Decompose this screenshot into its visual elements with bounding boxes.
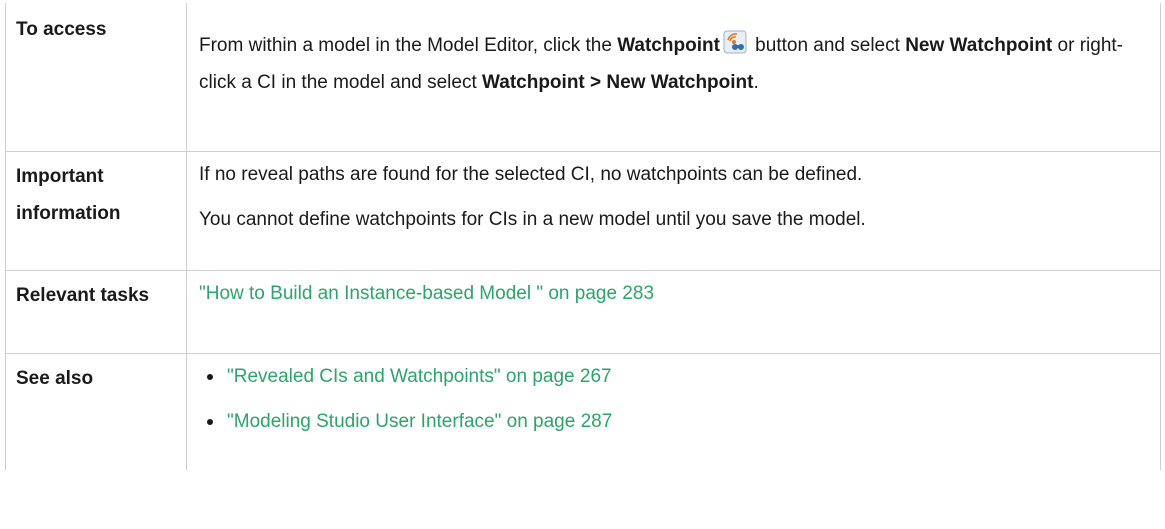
list-item: "Revealed CIs and Watchpoints" on page 2…	[207, 358, 1148, 395]
label-to-access: To access	[5, 3, 187, 152]
row-see-also: See also "Revealed CIs and Watchpoints" …	[5, 353, 1161, 470]
row-relevant-tasks: Relevant tasks "How to Build an Instance…	[5, 270, 1161, 354]
list-item: "Modeling Studio User Interface" on page…	[207, 403, 1148, 440]
see-also-list: "Revealed CIs and Watchpoints" on page 2…	[199, 358, 1148, 440]
info-table: To access From within a model in the Mod…	[5, 3, 1161, 470]
label-see-also: See also	[5, 353, 187, 470]
content-see-also: "Revealed CIs and Watchpoints" on page 2…	[186, 353, 1161, 470]
link-modeling-studio-ui[interactable]: "Modeling Studio User Interface" on page…	[227, 411, 612, 432]
link-build-instance-based-model[interactable]: "How to Build an Instance-based Model " …	[199, 283, 654, 304]
label-important-information: Important information	[5, 151, 187, 271]
content-important-information: If no reveal paths are found for the sel…	[186, 151, 1161, 271]
row-important-information: Important information If no reveal paths…	[5, 151, 1161, 271]
access-bold-menu-path: Watchpoint > New Watchpoint	[482, 72, 754, 93]
content-to-access: From within a model in the Model Editor,…	[186, 3, 1161, 152]
link-revealed-cis-watchpoints[interactable]: "Revealed CIs and Watchpoints" on page 2…	[227, 366, 612, 387]
access-text-4: .	[753, 72, 759, 93]
content-relevant-tasks: "How to Build an Instance-based Model " …	[186, 270, 1161, 354]
label-relevant-tasks: Relevant tasks	[5, 270, 187, 354]
access-text-1: From within a model in the Model Editor,…	[199, 35, 618, 56]
access-text-2: button and select	[749, 35, 906, 56]
important-paragraph: If no reveal paths are found for the sel…	[199, 164, 863, 185]
access-bold-watchpoint: Watchpoint	[617, 35, 720, 56]
access-bold-new-watchpoint: New Watchpoint	[905, 35, 1053, 56]
row-to-access: To access From within a model in the Mod…	[5, 3, 1161, 152]
watchpoint-icon	[723, 30, 747, 54]
important-paragraph: You cannot define watchpoints for CIs in…	[199, 209, 866, 230]
